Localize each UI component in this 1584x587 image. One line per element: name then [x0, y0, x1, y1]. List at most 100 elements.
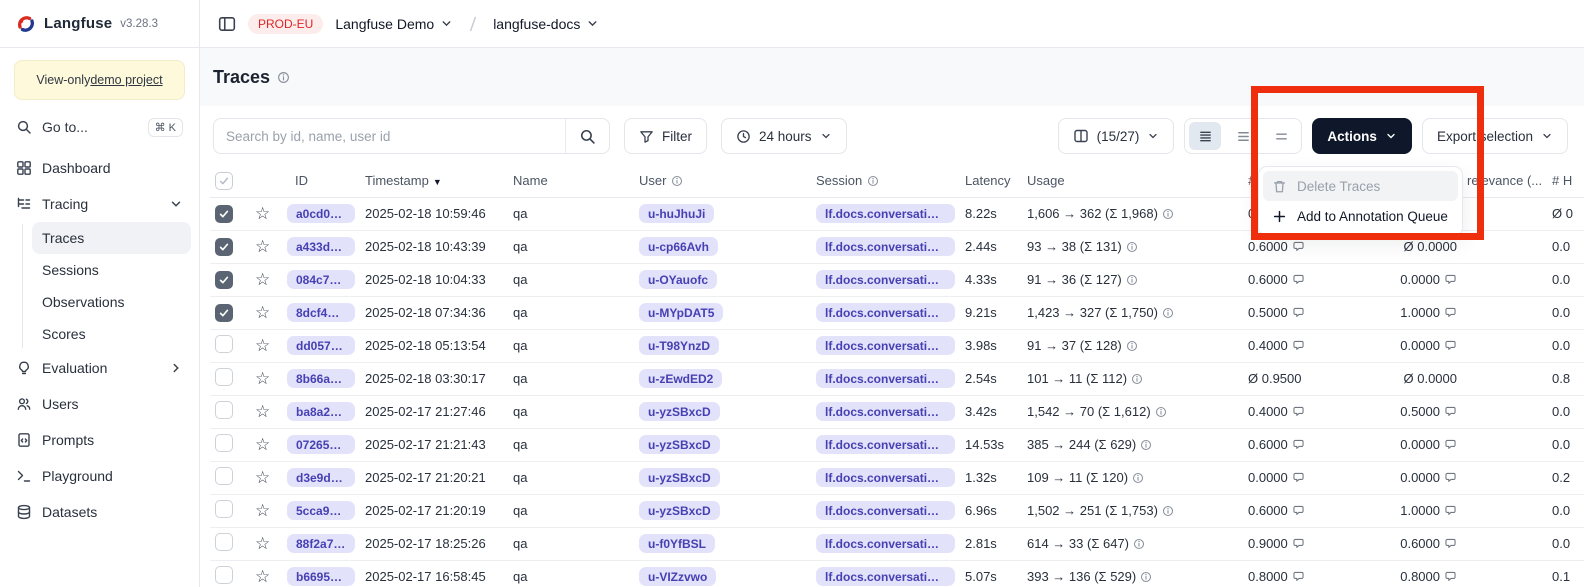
row-checkbox[interactable]	[215, 500, 233, 518]
goto-search[interactable]: Go to... ⌘ K	[8, 110, 191, 144]
trace-id-badge[interactable]: d3e9d1f2...	[287, 468, 355, 487]
sidebar-item-observations[interactable]: Observations	[32, 286, 191, 318]
sidebar-item-playground[interactable]: Playground	[8, 458, 191, 494]
bookmark-star-icon[interactable]: ☆	[255, 501, 270, 520]
trace-id-badge[interactable]: b669529...	[287, 567, 355, 586]
col-header-usage[interactable]: Usage	[1022, 165, 1240, 197]
user-id-badge[interactable]: u-huJhuJi	[639, 204, 714, 223]
col-header-timestamp[interactable]: Timestamp▼	[360, 165, 505, 197]
user-id-badge[interactable]: u-T98YnzD	[639, 336, 719, 355]
session-id-badge[interactable]: lf.docs.conversation...	[816, 303, 955, 322]
menu-item-add-to-annotation-queue[interactable]: Add to Annotation Queue	[1263, 201, 1458, 231]
actions-button[interactable]: Actions	[1312, 118, 1412, 154]
col-header-id[interactable]: ID	[283, 165, 360, 197]
session-id-badge[interactable]: lf.docs.conversation...	[816, 468, 955, 487]
table-row[interactable]: ☆ 084c739... 2025-02-18 10:04:33 qa u-OY…	[210, 263, 1584, 296]
row-checkbox[interactable]	[215, 368, 233, 386]
row-checkbox[interactable]	[215, 533, 233, 551]
session-id-badge[interactable]: lf.docs.conversation...	[816, 204, 955, 223]
col-header-latency[interactable]: Latency	[960, 165, 1022, 197]
row-height-tall-button[interactable]	[1265, 122, 1297, 150]
session-id-badge[interactable]: lf.docs.conversation...	[816, 237, 955, 256]
sidebar-item-evaluation[interactable]: Evaluation	[8, 350, 191, 386]
session-id-badge[interactable]: lf.docs.conversation...	[816, 336, 955, 355]
table-row[interactable]: ☆ dd05753... 2025-02-18 05:13:54 qa u-T9…	[210, 329, 1584, 362]
sidebar-item-users[interactable]: Users	[8, 386, 191, 422]
user-id-badge[interactable]: u-yzSBxcD	[639, 501, 720, 520]
export-selection-button[interactable]: Export selection	[1422, 118, 1568, 154]
row-height-compact-button[interactable]	[1189, 122, 1221, 150]
row-checkbox[interactable]	[215, 401, 233, 419]
trace-id-badge[interactable]: 084c739...	[287, 270, 355, 289]
bookmark-star-icon[interactable]: ☆	[255, 204, 270, 223]
project-selector[interactable]: langfuse-docs	[493, 16, 599, 32]
col-header-user[interactable]: User	[630, 165, 805, 197]
trace-id-badge[interactable]: 07265c7a...	[287, 435, 355, 454]
table-row[interactable]: ☆ d3e9d1f2... 2025-02-17 21:20:21 qa u-y…	[210, 461, 1584, 494]
bookmark-star-icon[interactable]: ☆	[255, 237, 270, 256]
trace-id-badge[interactable]: dd05753...	[287, 336, 355, 355]
bookmark-star-icon[interactable]: ☆	[255, 303, 270, 322]
sidebar-item-tracing[interactable]: Tracing	[8, 186, 191, 222]
trace-id-badge[interactable]: 5cca9cf2...	[287, 501, 355, 520]
demo-project-link[interactable]: demo project	[90, 73, 162, 87]
bookmark-star-icon[interactable]: ☆	[255, 435, 270, 454]
trace-id-badge[interactable]: ba8a208f...	[287, 402, 355, 421]
filter-button[interactable]: Filter	[624, 118, 707, 154]
user-id-badge[interactable]: u-MYpDAT5	[639, 303, 723, 322]
sidebar-item-scores[interactable]: Scores	[32, 318, 191, 350]
column-visibility-button[interactable]: (15/27)	[1058, 118, 1175, 154]
trace-id-badge[interactable]: 8b66a34...	[287, 369, 355, 388]
search-input[interactable]	[214, 129, 565, 144]
row-checkbox[interactable]	[215, 335, 233, 353]
user-id-badge[interactable]: u-VIZzvwo	[639, 567, 716, 586]
session-id-badge[interactable]: lf.docs.conversation...	[816, 435, 955, 454]
row-checkbox[interactable]	[215, 238, 233, 256]
sidebar-item-traces[interactable]: Traces	[32, 222, 191, 254]
session-id-badge[interactable]: lf.docs.conversation...	[816, 534, 955, 553]
trace-id-badge[interactable]: 8dcf4574...	[287, 303, 355, 322]
row-checkbox[interactable]	[215, 205, 233, 223]
table-row[interactable]: ☆ 8b66a34... 2025-02-18 03:30:17 qa u-zE…	[210, 362, 1584, 395]
user-id-badge[interactable]: u-OYauofc	[639, 270, 717, 289]
row-checkbox[interactable]	[215, 467, 233, 485]
user-id-badge[interactable]: u-yzSBxcD	[639, 402, 720, 421]
sidebar-item-datasets[interactable]: Datasets	[8, 494, 191, 530]
bookmark-star-icon[interactable]: ☆	[255, 567, 270, 586]
sidebar-item-prompts[interactable]: Prompts	[8, 422, 191, 458]
bookmark-star-icon[interactable]: ☆	[255, 336, 270, 355]
session-id-badge[interactable]: lf.docs.conversation...	[816, 402, 955, 421]
time-range-button[interactable]: 24 hours	[721, 118, 847, 154]
table-row[interactable]: ☆ b669529... 2025-02-17 16:58:45 qa u-VI…	[210, 560, 1584, 587]
user-id-badge[interactable]: u-yzSBxcD	[639, 468, 720, 487]
bookmark-star-icon[interactable]: ☆	[255, 402, 270, 421]
sidebar-item-dashboard[interactable]: Dashboard	[8, 150, 191, 186]
trace-id-badge[interactable]: a0cd0d9...	[287, 204, 355, 223]
search-submit-icon[interactable]	[565, 119, 609, 153]
row-checkbox[interactable]	[215, 434, 233, 452]
session-id-badge[interactable]: lf.docs.conversation...	[816, 369, 955, 388]
row-checkbox[interactable]	[215, 271, 233, 289]
col-header-session[interactable]: Session	[805, 165, 960, 197]
user-id-badge[interactable]: u-f0YfBSL	[639, 534, 715, 553]
col-header-name[interactable]: Name	[505, 165, 630, 197]
table-row[interactable]: ☆ 88f2a7b0... 2025-02-17 18:25:26 qa u-f…	[210, 527, 1584, 560]
user-id-badge[interactable]: u-yzSBxcD	[639, 435, 720, 454]
select-all-checkbox[interactable]	[215, 172, 233, 190]
bookmark-star-icon[interactable]: ☆	[255, 468, 270, 487]
table-row[interactable]: ☆ 8dcf4574... 2025-02-18 07:34:36 qa u-M…	[210, 296, 1584, 329]
sidebar-toggle-icon[interactable]	[218, 15, 236, 33]
session-id-badge[interactable]: lf.docs.conversation...	[816, 567, 955, 586]
table-row[interactable]: ☆ 5cca9cf2... 2025-02-17 21:20:19 qa u-y…	[210, 494, 1584, 527]
col-header-relevance[interactable]: relevance (...	[1462, 165, 1547, 197]
sidebar-item-sessions[interactable]: Sessions	[32, 254, 191, 286]
table-row[interactable]: ☆ ba8a208f... 2025-02-17 21:27:46 qa u-y…	[210, 395, 1584, 428]
col-header-last[interactable]: # H	[1547, 165, 1584, 197]
menu-item-delete-traces[interactable]: Delete Traces	[1263, 171, 1458, 201]
bookmark-star-icon[interactable]: ☆	[255, 534, 270, 553]
row-checkbox[interactable]	[215, 304, 233, 322]
bookmark-star-icon[interactable]: ☆	[255, 270, 270, 289]
user-id-badge[interactable]: u-cp66Avh	[639, 237, 718, 256]
row-height-medium-button[interactable]	[1227, 122, 1259, 150]
table-row[interactable]: ☆ 07265c7a... 2025-02-17 21:21:43 qa u-y…	[210, 428, 1584, 461]
